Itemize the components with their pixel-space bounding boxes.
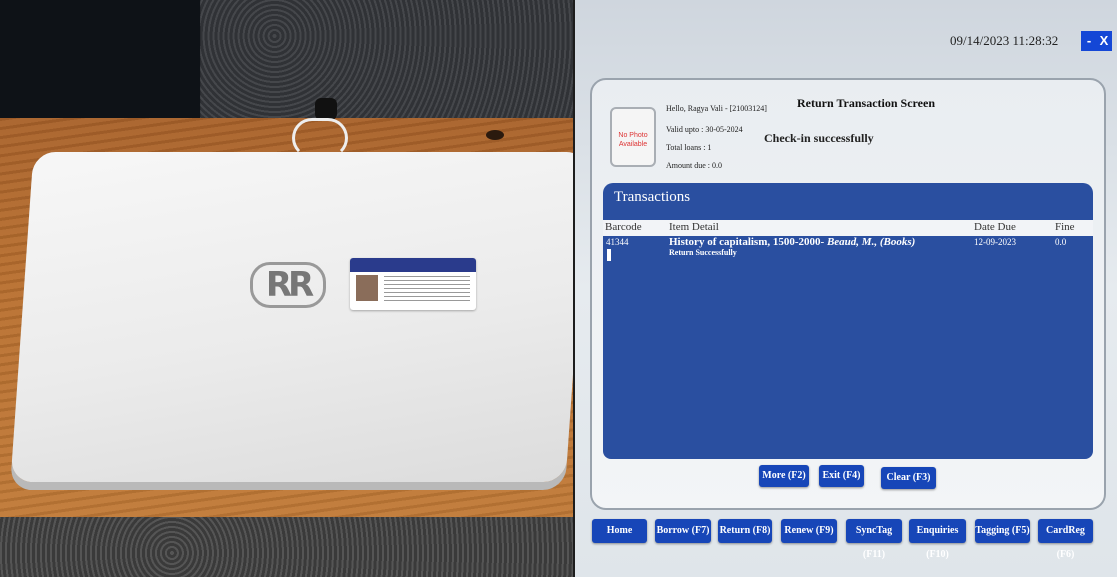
transactions-title: Transactions xyxy=(614,189,691,205)
kiosk-screen: 09/14/2023 11:28:32 - X Return Transacti… xyxy=(575,0,1117,577)
desk-cable-hole xyxy=(486,130,504,140)
patron-photo-placeholder: No Photo Available xyxy=(610,107,656,167)
nav-return-button[interactable]: Return (F8) xyxy=(718,519,772,543)
row-barcode: 41344 xyxy=(606,237,629,247)
exit-button[interactable]: Exit (F4) xyxy=(819,465,864,487)
row-date-due: 12-09-2023 xyxy=(974,237,1016,247)
floor xyxy=(0,517,573,577)
clear-button[interactable]: Clear (F3) xyxy=(881,467,936,489)
id-card-header-band xyxy=(350,258,476,272)
library-id-card xyxy=(350,258,476,310)
nav-home-button[interactable]: Home xyxy=(592,519,647,543)
close-button[interactable]: X xyxy=(1096,31,1112,51)
nav-cardreg-button[interactable]: CardReg (F6) xyxy=(1038,519,1093,560)
column-header-barcode: Barcode xyxy=(605,221,642,233)
patron-valid-upto: Valid upto : 30-05-2024 xyxy=(666,125,743,134)
row-selection-cursor xyxy=(607,249,611,261)
transactions-table-header: Barcode Item Detail Date Due Fine xyxy=(603,220,1093,236)
nav-tagging-button[interactable]: Tagging (F5) xyxy=(975,519,1030,543)
cable-ferrite xyxy=(315,98,337,120)
nav-borrow-button[interactable]: Borrow (F7) xyxy=(655,519,711,543)
status-message: Check-in successfully xyxy=(764,131,874,145)
patron-total-loans: Total loans : 1 xyxy=(666,143,712,152)
datetime-display: 09/14/2023 11:28:32 xyxy=(950,33,1059,48)
nav-synctag-button[interactable]: SyncTag (F11) xyxy=(846,519,902,560)
column-header-date-due: Date Due xyxy=(974,221,1016,233)
patron-amount-due: Amount due : 0.0 xyxy=(666,161,722,170)
column-header-item-detail: Item Detail xyxy=(669,221,719,233)
background-wall xyxy=(0,0,573,120)
row-item-author: Beaud, M., (Books) xyxy=(824,236,916,248)
id-card-photo xyxy=(356,275,378,301)
rfid-reader-pad xyxy=(10,152,573,482)
reader-logo: RR xyxy=(250,262,326,308)
patron-greeting: Hello, Ragya Vali - [21003124] xyxy=(666,104,767,113)
page-title: Return Transaction Screen xyxy=(797,96,935,110)
row-item-status: Return Successfully xyxy=(669,248,737,257)
transactions-panel: Transactions Barcode Item Detail Date Du… xyxy=(603,183,1093,459)
row-item-title-text: History of capitalism, 1500-2000- xyxy=(669,236,825,248)
row-fine: 0.0 xyxy=(1055,237,1067,247)
row-item-title: History of capitalism, 1500-2000- Beaud,… xyxy=(669,236,915,248)
minimize-button[interactable]: - xyxy=(1081,31,1097,51)
id-card-text-lines xyxy=(384,276,470,304)
reader-photo: RR xyxy=(0,0,573,577)
nav-renew-button[interactable]: Renew (F9) xyxy=(781,519,837,543)
nav-enquiries-button[interactable]: Enquiries (F10) xyxy=(909,519,966,560)
more-button[interactable]: More (F2) xyxy=(759,465,809,487)
column-header-fine: Fine xyxy=(1055,221,1075,233)
